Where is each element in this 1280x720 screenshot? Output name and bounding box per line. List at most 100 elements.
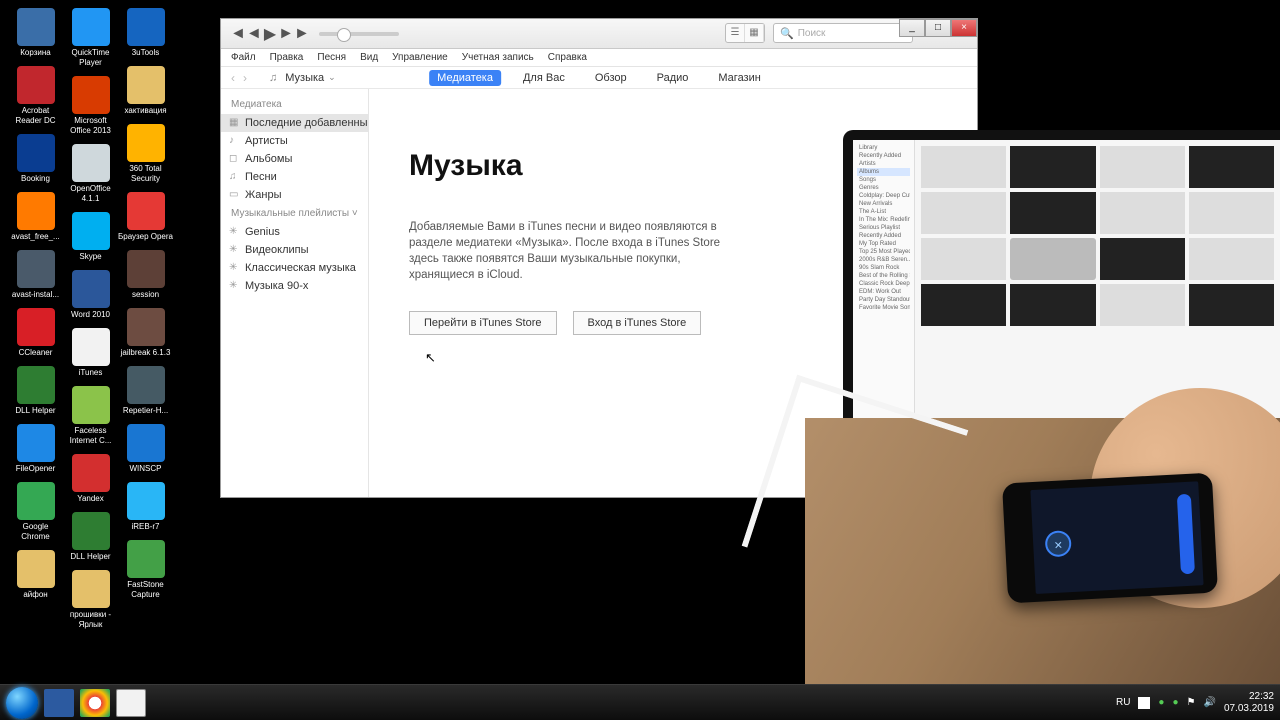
play-button[interactable]: ▶ xyxy=(263,27,277,41)
desktop-icon[interactable]: iTunes xyxy=(63,328,118,378)
itunes-sidebar: Медиатека ▦Последние добавленные♪Артисты… xyxy=(221,89,369,497)
tray-action-center-icon[interactable]: ⚑ xyxy=(1187,697,1196,708)
desktop-icon[interactable]: айфон xyxy=(8,550,63,600)
desktop-icon[interactable]: jailbreak 6.1.3 xyxy=(118,308,173,358)
desktop-icon[interactable]: 360 Total Security xyxy=(118,124,173,184)
desktop-icon[interactable]: Yandex xyxy=(63,454,118,504)
nav-tab[interactable]: Для Вас xyxy=(515,70,573,86)
desktop-icon[interactable]: Skype xyxy=(63,212,118,262)
desktop-icon[interactable]: Microsoft Office 2013 xyxy=(63,76,118,136)
desktop-icon[interactable]: OpenOffice 4.1.1 xyxy=(63,144,118,204)
nav-tab[interactable]: Медиатека xyxy=(429,70,501,86)
desktop-icon[interactable]: DLL Helper xyxy=(63,512,118,562)
sidebar-header-playlists[interactable]: Музыкальные плейлисты ˅ xyxy=(221,204,368,223)
app-icon xyxy=(17,550,55,588)
nav-forward-button[interactable]: › xyxy=(243,71,247,85)
prev-track-button[interactable]: ◄◄ xyxy=(239,27,253,41)
sidebar-item[interactable]: ♫Песни xyxy=(221,168,368,186)
sidebar-item[interactable]: ✳Музыка 90-х xyxy=(221,277,368,295)
album-thumb xyxy=(921,192,1006,234)
nav-tab[interactable]: Магазин xyxy=(710,70,768,86)
desktop-icon[interactable]: FileOpener xyxy=(8,424,63,474)
desktop-icon[interactable]: DLL Helper xyxy=(8,366,63,416)
taskbar-chrome-button[interactable] xyxy=(80,689,110,717)
desktop-icon[interactable]: session xyxy=(118,250,173,300)
menu-item[interactable]: Управление xyxy=(392,52,448,63)
desktop-icon[interactable]: iREB-r7 xyxy=(118,482,173,532)
desktop-icon[interactable]: Faceless Internet C... xyxy=(63,386,118,446)
laptop-sidebar-item: Serious Playlist xyxy=(857,224,910,232)
menu-item[interactable]: Учетная запись xyxy=(462,52,534,63)
clock-date: 07.03.2019 xyxy=(1224,703,1274,715)
taskbar-clock[interactable]: 22:32 07.03.2019 xyxy=(1224,691,1274,715)
taskbar-itunes-button[interactable] xyxy=(116,689,146,717)
desktop-icon[interactable]: Booking xyxy=(8,134,63,184)
app-icon xyxy=(17,192,55,230)
sidebar-item[interactable]: ◻Альбомы xyxy=(221,150,368,168)
desktop-icon[interactable]: прошивки - Ярлык xyxy=(63,570,118,630)
album-thumb xyxy=(1189,192,1274,234)
desktop-icon[interactable]: FastStone Capture xyxy=(118,540,173,600)
desktop-icon[interactable]: Repetier-H... xyxy=(118,366,173,416)
desktop-icon[interactable]: CCleaner xyxy=(8,308,63,358)
signin-itunes-store-button[interactable]: Вход в iTunes Store xyxy=(573,311,702,335)
next-track-button[interactable]: ►► xyxy=(287,27,301,41)
sidebar-item[interactable]: ▦Последние добавленные xyxy=(221,114,368,132)
menu-item[interactable]: Вид xyxy=(360,52,378,63)
search-field[interactable]: 🔍 Поиск xyxy=(773,23,913,43)
laptop-sidebar-item: Party Day Standout xyxy=(857,296,910,304)
icon-label: Repetier-H... xyxy=(118,406,173,416)
nav-back-button[interactable]: ‹ xyxy=(231,71,235,85)
desktop-icon[interactable]: хактивация xyxy=(118,66,173,116)
menu-item[interactable]: Песня xyxy=(317,52,346,63)
center-tabs: Медиатека Для Вас Обзор Радио Магазин xyxy=(429,70,769,86)
desktop-icon[interactable]: Google Chrome xyxy=(8,482,63,542)
desktop-icon[interactable]: Браузер Opera xyxy=(118,192,173,242)
start-button[interactable] xyxy=(6,687,38,719)
laptop-sidebar-item: Classic Rock Deep... xyxy=(857,280,910,288)
sidebar-item[interactable]: ▭Жанры xyxy=(221,186,368,204)
tray-volume-icon[interactable]: 🔊 xyxy=(1203,697,1215,708)
language-indicator[interactable]: RU xyxy=(1116,697,1130,708)
window-maximize-button[interactable]: □ xyxy=(925,19,951,37)
desktop-icon[interactable]: WINSCP xyxy=(118,424,173,474)
volume-slider[interactable] xyxy=(319,32,399,36)
icon-label: OpenOffice 4.1.1 xyxy=(63,184,118,204)
menu-item[interactable]: Файл xyxy=(231,52,256,63)
icon-label: Корзина xyxy=(8,48,63,58)
window-close-button[interactable]: × xyxy=(951,19,977,37)
taskbar-explorer-button[interactable] xyxy=(44,689,74,717)
desktop-icon[interactable]: avast_free_... xyxy=(8,192,63,242)
laptop-sidebar-item: Recently Added xyxy=(857,232,910,240)
laptop-album-grid xyxy=(915,140,1280,418)
menu-item[interactable]: Справка xyxy=(548,52,587,63)
tray-icon[interactable]: ● xyxy=(1172,697,1178,708)
desktop-icon[interactable]: Корзина xyxy=(8,8,63,58)
laptop-sidebar-item: Best of the Rolling Stones xyxy=(857,272,910,280)
menu-item[interactable]: Правка xyxy=(270,52,304,63)
view-switcher[interactable]: ☰▦ xyxy=(725,23,765,43)
tray-icon[interactable]: ● xyxy=(1158,697,1164,708)
icon-label: CCleaner xyxy=(8,348,63,358)
desktop-icon[interactable]: 3uTools xyxy=(118,8,173,58)
sidebar-item[interactable]: ✳Genius xyxy=(221,223,368,241)
tray-flag-icon[interactable] xyxy=(1138,697,1150,709)
goto-itunes-store-button[interactable]: Перейти в iTunes Store xyxy=(409,311,557,335)
library-picker[interactable]: Музыка ⌄ xyxy=(285,72,335,84)
sidebar-item[interactable]: ✳Видеоклипы xyxy=(221,241,368,259)
desktop-icon[interactable]: avast-instal... xyxy=(8,250,63,300)
nav-tab[interactable]: Обзор xyxy=(587,70,635,86)
icon-label: Word 2010 xyxy=(63,310,118,320)
nav-tab[interactable]: Радио xyxy=(649,70,697,86)
app-icon xyxy=(72,212,110,250)
sidebar-item[interactable]: ✳Классическая музыка xyxy=(221,259,368,277)
app-icon xyxy=(17,366,55,404)
desktop-icon[interactable]: QuickTime Player xyxy=(63,8,118,68)
window-minimize-button[interactable]: _ xyxy=(899,19,925,37)
sidebar-item-icon: ✳ xyxy=(229,280,237,291)
desktop-icon[interactable]: Word 2010 xyxy=(63,270,118,320)
search-icon: 🔍 xyxy=(780,27,794,40)
desktop-icon[interactable]: Acrobat Reader DC xyxy=(8,66,63,126)
sidebar-item[interactable]: ♪Артисты xyxy=(221,132,368,150)
app-icon xyxy=(127,482,165,520)
